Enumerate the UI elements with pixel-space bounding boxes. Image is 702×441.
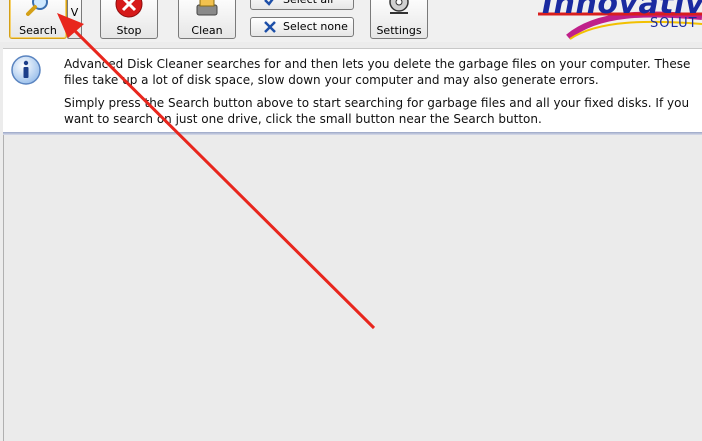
info-panel: Advanced Disk Cleaner searches for and t… <box>3 48 702 135</box>
settings-button[interactable]: Settings <box>370 0 428 39</box>
results-area <box>3 135 702 441</box>
search-button[interactable]: Search <box>9 0 67 39</box>
search-button-label: Search <box>19 24 57 37</box>
toolbar: Search V Stop Clean Select all <box>0 0 702 42</box>
magnifier-icon <box>24 0 52 20</box>
gear-icon <box>384 0 414 20</box>
search-dropdown-button[interactable]: V <box>67 0 82 39</box>
info-description: Advanced Disk Cleaner searches for and t… <box>64 57 691 87</box>
broom-icon <box>191 0 223 22</box>
clean-button-label: Clean <box>191 24 223 37</box>
settings-button-label: Settings <box>376 24 422 37</box>
select-all-button[interactable]: Select all <box>250 0 354 10</box>
select-all-label: Select all <box>283 0 333 9</box>
info-instructions: Simply press the Search button above to … <box>64 96 690 126</box>
company-logo: Innovativ SOLUT <box>538 0 702 42</box>
info-icon <box>10 54 42 89</box>
stop-button[interactable]: Stop <box>100 0 158 39</box>
stop-button-label: Stop <box>116 24 142 37</box>
stop-icon <box>114 0 144 22</box>
select-none-label: Select none <box>283 20 348 33</box>
logo-subtext: SOLUT <box>650 16 698 31</box>
clean-button[interactable]: Clean <box>178 0 236 39</box>
checkmark-icon <box>263 0 277 9</box>
x-icon <box>263 20 277 36</box>
select-none-button[interactable]: Select none <box>250 17 354 37</box>
